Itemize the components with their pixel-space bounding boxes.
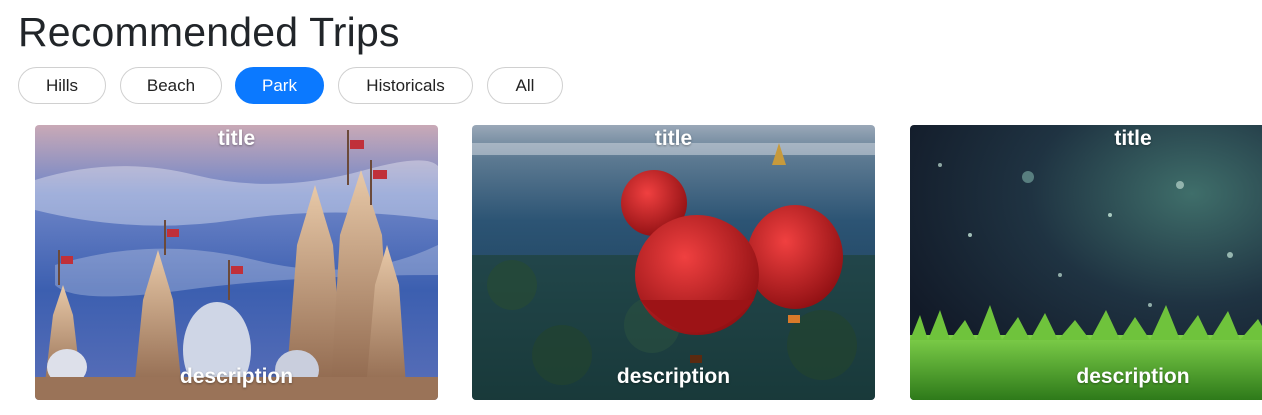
page-title: Recommended Trips bbox=[18, 9, 400, 55]
trip-card[interactable]: title description bbox=[910, 125, 1262, 400]
card-description: description bbox=[179, 365, 294, 388]
card-title: title bbox=[1114, 127, 1152, 150]
trip-card[interactable]: title description bbox=[35, 125, 438, 400]
temple-photo bbox=[35, 125, 438, 400]
card-description: description bbox=[616, 365, 731, 388]
balloons-photo bbox=[472, 125, 875, 400]
filter-beach-button[interactable]: Beach bbox=[120, 67, 222, 104]
filter-all-button[interactable]: All bbox=[487, 67, 563, 104]
trip-card[interactable]: title description bbox=[472, 125, 875, 400]
filter-hills-button[interactable]: Hills bbox=[18, 67, 106, 104]
card-description: description bbox=[1076, 365, 1190, 388]
rainy-grass-photo bbox=[910, 125, 1262, 400]
filter-historicals-button[interactable]: Historicals bbox=[338, 67, 473, 104]
filter-park-button[interactable]: Park bbox=[235, 67, 324, 104]
card-title: title bbox=[217, 127, 256, 150]
card-title: title bbox=[654, 127, 693, 150]
